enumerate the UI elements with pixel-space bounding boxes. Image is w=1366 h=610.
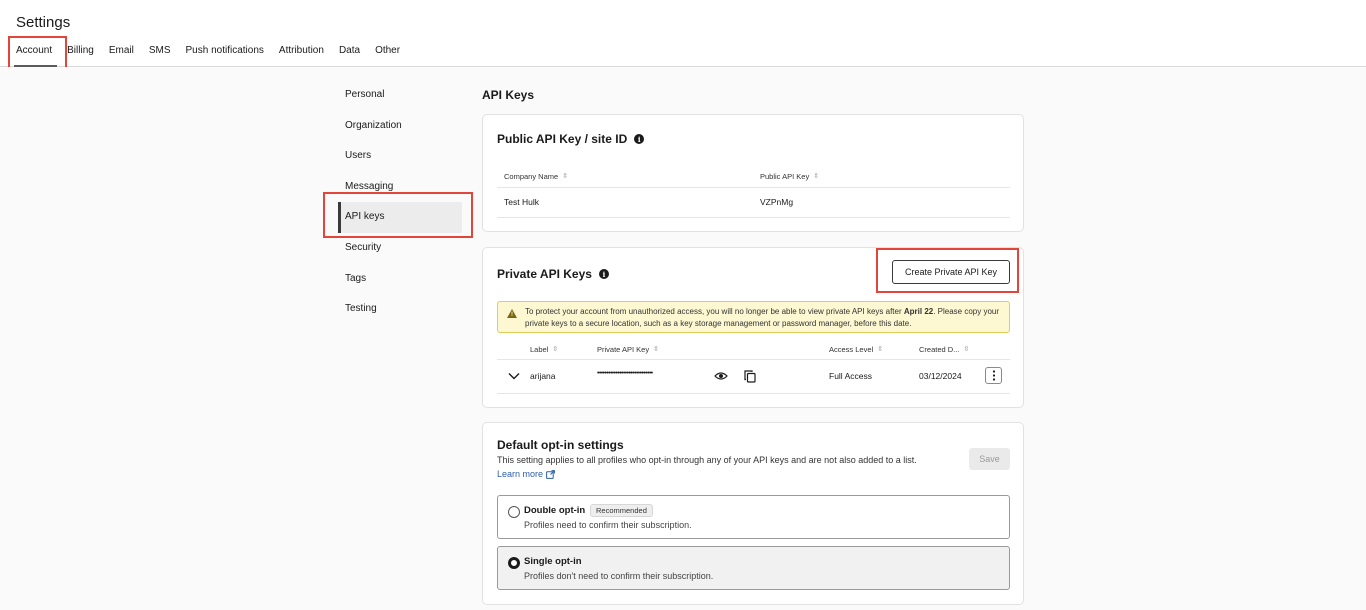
eye-icon[interactable] — [713, 369, 729, 383]
default-optin-card: Default opt-in settings This setting app… — [482, 422, 1024, 605]
sidebar-item-messaging[interactable]: Messaging — [338, 172, 462, 203]
access-level-cell: Full Access — [829, 371, 872, 381]
company-name-cell: Test Hulk — [504, 197, 539, 207]
info-icon[interactable]: i — [634, 134, 645, 144]
double-optin-radio[interactable] — [508, 506, 520, 518]
external-link-icon — [546, 469, 555, 479]
double-optin-option[interactable]: Double opt-in Recommended Profiles need … — [497, 495, 1010, 539]
public-card-title: Public API Key / site ID i — [497, 132, 645, 146]
sidebar-item-security[interactable]: Security — [338, 233, 462, 264]
column-header-text: Access Level — [829, 345, 874, 354]
settings-sidebar: Personal Organization Users Messaging AP… — [338, 80, 462, 325]
create-private-api-key-button[interactable]: Create Private API Key — [892, 260, 1010, 284]
sidebar-item-testing[interactable]: Testing — [338, 294, 462, 325]
sidebar-item-api-keys[interactable]: API keys — [338, 202, 462, 233]
sort-icon: ⇳ — [552, 346, 559, 353]
copy-icon[interactable] — [742, 368, 758, 384]
column-header-label: Public API Key — [760, 172, 810, 181]
private-card-title: Private API Keys i — [497, 267, 609, 281]
sidebar-item-users[interactable]: Users — [338, 141, 462, 172]
public-card-title-text: Public API Key / site ID — [497, 132, 628, 146]
tab-other[interactable]: Other — [375, 43, 400, 67]
learn-more-link[interactable]: Learn more — [497, 469, 555, 479]
column-header-text: Created D... — [919, 345, 960, 354]
save-button[interactable]: Save — [969, 448, 1010, 470]
info-icon[interactable]: i — [598, 269, 609, 279]
warning-text-start: To protect your account from unauthorize… — [525, 307, 904, 316]
public-api-key-card: Public API Key / site ID i Company Name … — [482, 114, 1024, 232]
sort-icon: ⇳ — [562, 173, 569, 180]
page-title: Settings — [16, 14, 71, 31]
settings-tabs: Account Billing Email SMS Push notificat… — [13, 43, 415, 67]
column-header-text: Private API Key — [597, 345, 650, 354]
optin-card-title: Default opt-in settings — [497, 438, 624, 452]
double-optin-label: Double opt-in — [524, 505, 586, 516]
column-header-label: Company Name — [504, 172, 559, 181]
divider — [497, 393, 1010, 394]
tab-billing[interactable]: Billing — [67, 43, 94, 67]
sidebar-item-personal[interactable]: Personal — [338, 80, 462, 111]
more-options-icon[interactable] — [985, 367, 1002, 384]
single-optin-option[interactable]: Single opt-in Profiles don't need to con… — [497, 546, 1010, 590]
warning-icon — [507, 309, 517, 322]
column-header-public-api-key[interactable]: Public API Key ⇳ — [760, 172, 819, 181]
column-header-private-api-key[interactable]: Private API Key ⇳ — [597, 345, 659, 354]
column-header-created-date[interactable]: Created D... ⇳ — [919, 345, 969, 354]
divider — [497, 217, 1010, 218]
private-card-title-text: Private API Keys — [497, 267, 592, 281]
tab-sms[interactable]: SMS — [149, 43, 171, 67]
divider — [497, 187, 1010, 188]
recommended-badge: Recommended — [590, 504, 653, 517]
single-optin-label: Single opt-in — [524, 556, 582, 567]
expand-row-chevron-icon[interactable] — [506, 369, 522, 383]
column-header-label[interactable]: Label ⇳ — [530, 345, 558, 354]
section-title: API Keys — [482, 88, 535, 102]
sort-icon: ⇳ — [813, 173, 820, 180]
divider — [497, 359, 1010, 360]
column-header-text: Label — [530, 345, 549, 354]
double-optin-description: Profiles need to confirm their subscript… — [524, 520, 692, 530]
masked-private-key-cell: •••••••••••••••••••••••••••••• — [597, 370, 653, 377]
created-date-cell: 03/12/2024 — [919, 371, 962, 381]
sort-icon: ⇳ — [877, 346, 884, 353]
column-header-company-name[interactable]: Company Name ⇳ — [504, 172, 568, 181]
main-area: Personal Organization Users Messaging AP… — [0, 67, 1366, 610]
sort-icon: ⇳ — [653, 346, 659, 353]
learn-more-text: Learn more — [497, 469, 544, 479]
single-optin-description: Profiles don't need to confirm their sub… — [524, 571, 714, 581]
top-header: Settings Account Billing Email SMS Push … — [0, 0, 1366, 67]
tab-push-notifications[interactable]: Push notifications — [186, 43, 264, 67]
optin-description: This setting applies to all profiles who… — [497, 455, 917, 465]
public-api-key-cell: VZPnMg — [760, 197, 794, 207]
column-header-access-level[interactable]: Access Level ⇳ — [829, 345, 883, 354]
sidebar-item-organization[interactable]: Organization — [338, 111, 462, 142]
sidebar-item-tags[interactable]: Tags — [338, 264, 462, 295]
single-optin-radio[interactable] — [508, 557, 520, 569]
tab-account[interactable]: Account — [13, 43, 58, 67]
warning-banner: To protect your account from unauthorize… — [497, 301, 1010, 333]
tab-attribution[interactable]: Attribution — [279, 43, 324, 67]
tab-data[interactable]: Data — [339, 43, 360, 67]
tab-email[interactable]: Email — [109, 43, 134, 67]
private-api-keys-card: Private API Keys i Create Private API Ke… — [482, 247, 1024, 408]
key-label-cell: arijana — [530, 371, 556, 381]
sort-icon: ⇳ — [963, 346, 970, 353]
optin-card-title-text: Default opt-in settings — [497, 438, 624, 452]
warning-date: April 22 — [903, 307, 934, 316]
